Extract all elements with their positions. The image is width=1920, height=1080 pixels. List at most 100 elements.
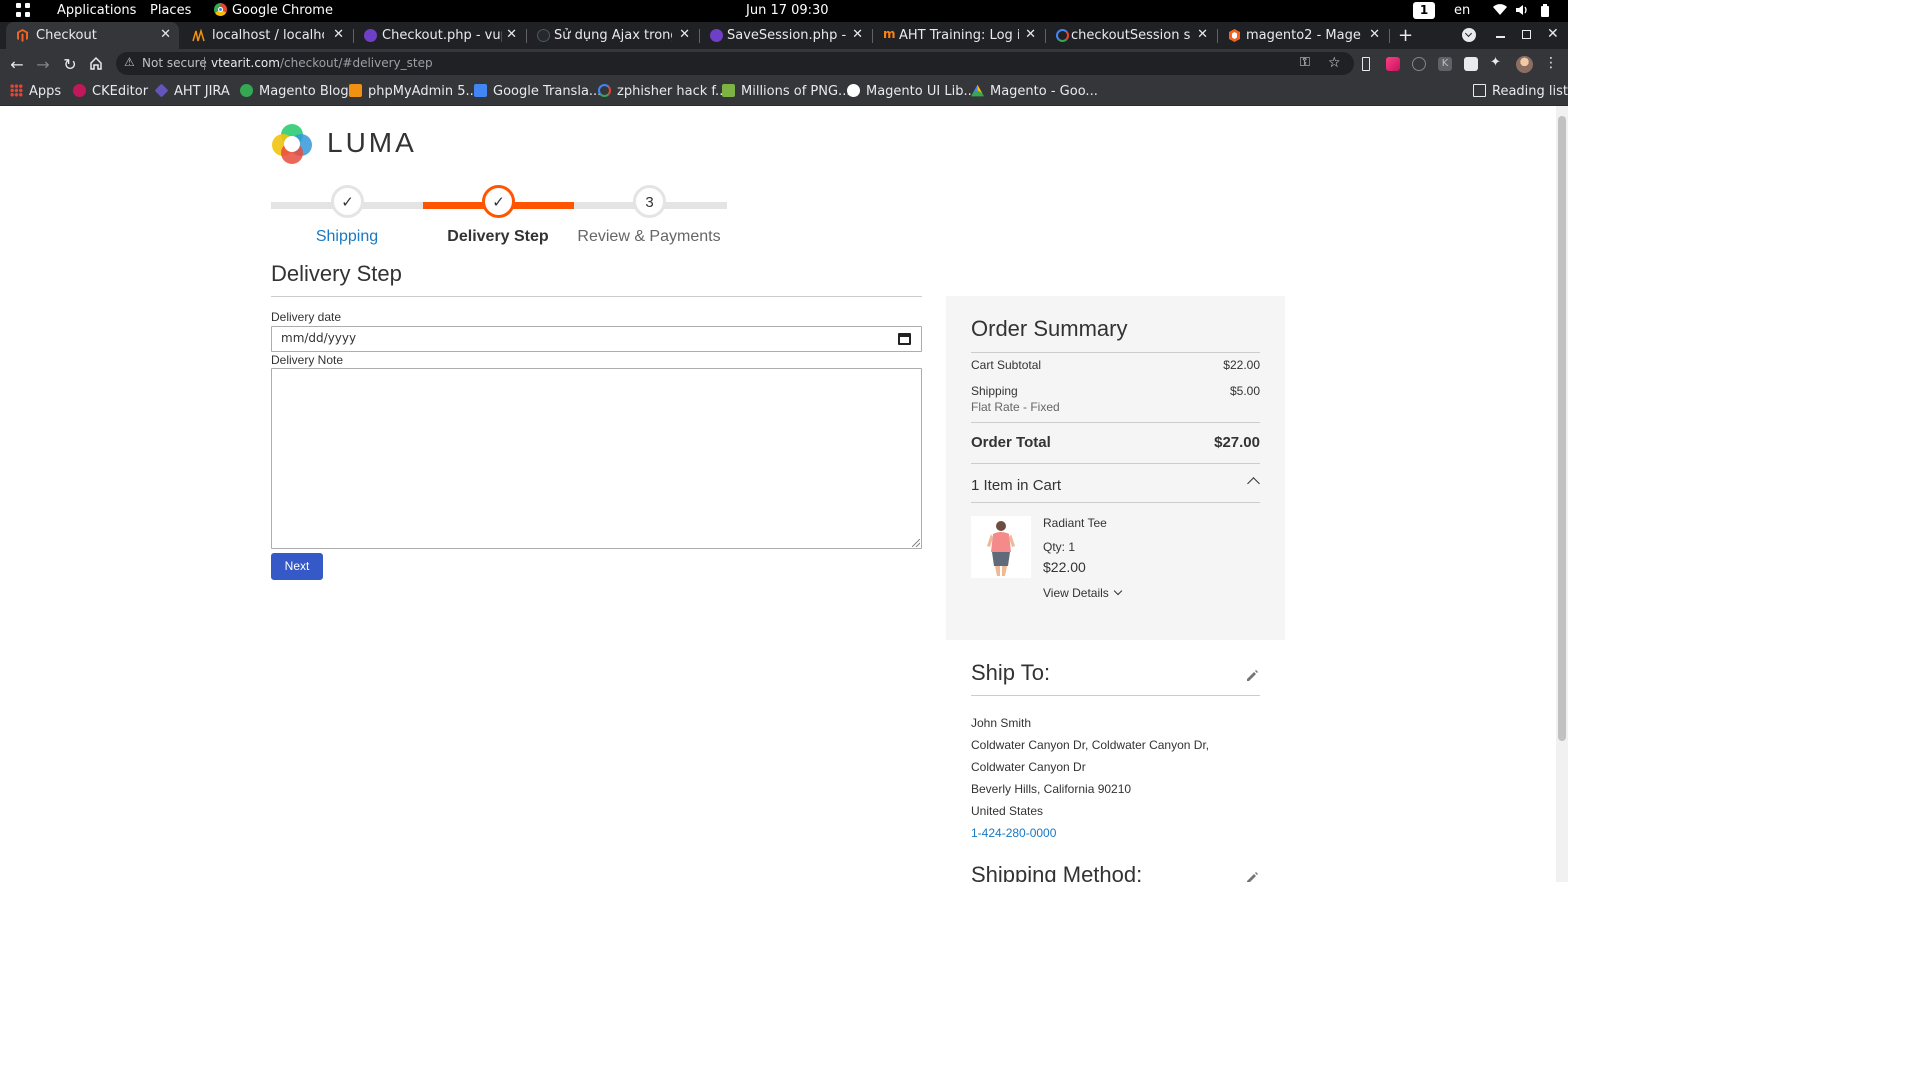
system-top-bar: Applications Places Google Chrome Jun 17…: [0, 0, 1568, 22]
star-icon[interactable]: ☆: [1328, 55, 1341, 71]
close-icon[interactable]: ✕: [852, 27, 863, 42]
back-button[interactable]: ←: [7, 55, 27, 74]
close-icon[interactable]: ✕: [160, 27, 171, 42]
close-icon[interactable]: ✕: [506, 27, 517, 42]
bookmark-label: phpMyAdmin 5...: [368, 84, 478, 99]
phpmyadmin-icon: [349, 84, 362, 97]
ship-to-phone-link[interactable]: 1-424-280-0000: [971, 826, 1056, 840]
active-app-menu[interactable]: Google Chrome: [214, 3, 333, 18]
close-icon[interactable]: ✕: [679, 27, 690, 42]
step-shipping[interactable]: Shipping: [271, 228, 423, 246]
tab-localhost[interactable]: localhost / localhost / r ✕: [182, 22, 352, 49]
delivery-note-textarea[interactable]: [271, 368, 922, 549]
close-icon[interactable]: ✕: [333, 27, 344, 42]
github-icon: [710, 29, 723, 42]
tab-ajax[interactable]: Sử dụng Ajax trong M ✕: [527, 22, 698, 49]
next-button[interactable]: Next: [271, 553, 323, 580]
tab-separator: [1045, 29, 1046, 43]
step-delivery: Delivery Step: [447, 228, 549, 245]
ship-to-city: Beverly Hills, California 90210: [971, 782, 1132, 796]
reading-list-label: Reading list: [1492, 84, 1568, 99]
timer-extension-icon[interactable]: [1412, 57, 1426, 71]
bookmark-magento-ui-lib[interactable]: Magento UI Lib...: [847, 84, 976, 99]
items-in-cart-toggle[interactable]: 1 Item in Cart: [971, 477, 1061, 494]
chevron-up-icon[interactable]: [1247, 477, 1260, 490]
blog-icon: [240, 84, 253, 97]
cart-subtotal-value: $22.00: [1223, 358, 1260, 372]
step-number: 3: [633, 185, 666, 218]
tab-magento2[interactable]: magento2 - Magento ✕: [1218, 22, 1388, 49]
minimize-button[interactable]: [1496, 36, 1505, 38]
tab-savesession[interactable]: SaveSession.php - tar ✕: [700, 22, 871, 49]
scrollbar-thumb[interactable]: [1558, 116, 1566, 741]
new-tab-button[interactable]: +: [1398, 25, 1413, 46]
reload-button[interactable]: ↻: [60, 55, 80, 74]
bookmark-millions-of-png[interactable]: Millions of PNG...: [722, 84, 850, 99]
bookmark-google-translate[interactable]: Google Transla...: [474, 84, 601, 99]
github-icon: [537, 29, 550, 42]
tab-search-button[interactable]: [1462, 28, 1476, 42]
pencil-icon[interactable]: [1245, 668, 1259, 682]
workspace-indicator[interactable]: 1: [1413, 2, 1435, 19]
address-bar[interactable]: ⚠ Not secure vtearit.com/checkout/#deliv…: [116, 52, 1354, 75]
tab-checkout[interactable]: Checkout ✕: [6, 22, 179, 49]
tab-checkout-php[interactable]: Checkout.php - vuphu ✕: [354, 22, 525, 49]
tab-checkoutsession[interactable]: checkoutSession set v ✕: [1046, 22, 1216, 49]
home-button[interactable]: [86, 55, 106, 74]
bookmarks-bar: Apps CKEditor AHT JIRA Magento Blog phpM…: [0, 79, 1568, 106]
url-text[interactable]: vtearit.com/checkout/#delivery_step: [211, 56, 433, 70]
home-icon: [90, 56, 102, 70]
tab-aht-training[interactable]: m AHT Training: Log in t ✕: [873, 22, 1044, 49]
resize-handle-icon[interactable]: [912, 539, 920, 547]
jira-icon: [154, 83, 169, 98]
restore-button[interactable]: [1522, 30, 1531, 39]
screenshot-extension-icon[interactable]: [1464, 57, 1478, 71]
places-menu[interactable]: Places: [150, 3, 191, 18]
close-window-button[interactable]: ✕: [1547, 26, 1559, 42]
tab-separator: [699, 29, 700, 43]
reading-list-button[interactable]: Reading list: [1473, 84, 1568, 99]
tab-separator: [1389, 29, 1390, 43]
k-extension-icon[interactable]: K: [1438, 57, 1452, 71]
bookmark-aht-jira[interactable]: AHT JIRA: [154, 83, 230, 99]
view-details-toggle[interactable]: View Details: [1043, 586, 1123, 600]
tab-separator: [872, 29, 873, 43]
wifi-icon[interactable]: [1493, 4, 1507, 20]
volume-icon[interactable]: [1515, 4, 1529, 20]
color-extension-icon[interactable]: [1386, 57, 1400, 71]
url-domain: vtearit.com: [211, 56, 280, 70]
calendar-icon[interactable]: [898, 333, 911, 345]
language-indicator[interactable]: en: [1454, 3, 1470, 18]
security-label[interactable]: Not secure: [142, 56, 207, 70]
bookmark-phpmyadmin[interactable]: phpMyAdmin 5...: [349, 84, 478, 99]
avatar[interactable]: [1516, 56, 1533, 73]
menu-icon[interactable]: ⋮: [1541, 55, 1561, 71]
clock[interactable]: Jun 17 09:30: [746, 3, 829, 18]
bookmark-apps[interactable]: Apps: [10, 84, 61, 99]
applications-menu[interactable]: Applications: [57, 3, 136, 18]
bookmark-magento-blog[interactable]: Magento Blog: [240, 84, 349, 99]
grid-icon[interactable]: [15, 2, 31, 22]
key-icon[interactable]: ⚿: [1300, 55, 1310, 70]
pencil-icon[interactable]: [1245, 870, 1259, 882]
close-icon[interactable]: ✕: [1369, 27, 1380, 42]
bookmark-ckeditor[interactable]: CKEditor: [73, 84, 148, 99]
battery-icon[interactable]: [1541, 4, 1549, 21]
checkmark-icon: ✓: [482, 185, 515, 218]
shipping-value: $5.00: [1229, 384, 1260, 398]
navigation-bar: ← → ↻ ⚠ Not secure vtearit.com/checkout/…: [0, 49, 1568, 79]
close-icon[interactable]: ✕: [1197, 27, 1208, 42]
bookmark-magento-goo[interactable]: Magento - Goo...: [971, 84, 1098, 99]
phone-extension-icon[interactable]: [1362, 57, 1370, 71]
bookmark-zphisher[interactable]: zphisher hack f...: [598, 84, 727, 99]
delivery-date-input[interactable]: mm/dd/yyyy: [271, 326, 922, 352]
step-review-payments: Review & Payments: [577, 228, 721, 245]
puzzle-icon[interactable]: ✦: [1490, 55, 1504, 70]
close-icon[interactable]: ✕: [1025, 27, 1036, 42]
product-thumbnail[interactable]: [971, 516, 1031, 578]
luma-logo-icon[interactable]: [271, 123, 313, 169]
forward-button[interactable]: →: [33, 55, 53, 74]
page-scrollbar[interactable]: [1556, 106, 1568, 882]
order-summary: Order Summary Cart Subtotal $22.00 Shipp…: [946, 296, 1285, 640]
view-details-label: View Details: [1043, 586, 1109, 600]
